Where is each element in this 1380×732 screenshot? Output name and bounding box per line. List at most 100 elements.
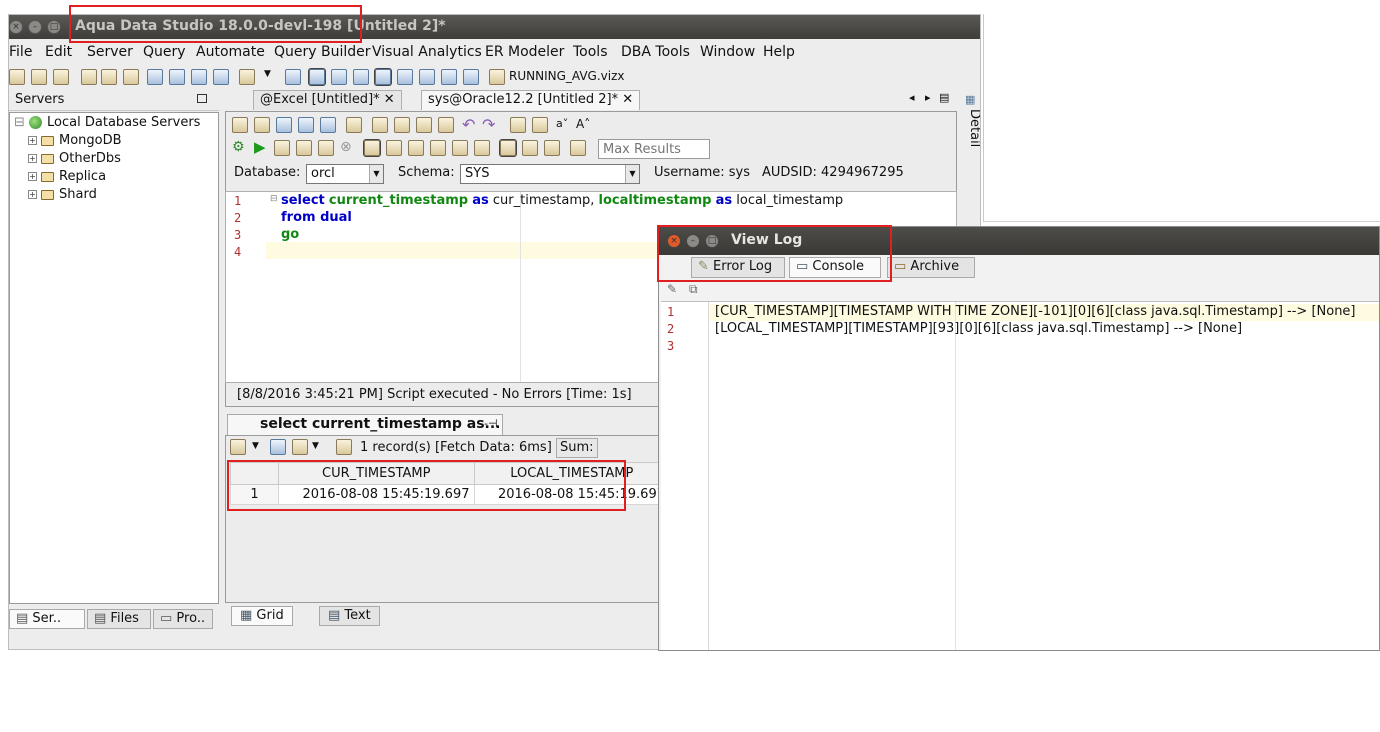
import-icon[interactable] (213, 69, 229, 85)
preferences-icon[interactable] (570, 140, 586, 156)
history-icon[interactable] (544, 140, 560, 156)
chevron-down-icon[interactable]: ▼ (264, 69, 271, 79)
tree-item-otherdbs[interactable]: + OtherDbs (28, 151, 121, 166)
chart-file-icon[interactable] (489, 69, 505, 85)
minimize-window-icon[interactable]: – (28, 20, 42, 34)
detail-table-icon[interactable]: ▦ (965, 93, 975, 106)
copy-log-icon[interactable]: ⧉ (689, 282, 698, 297)
tab-list-icon[interactable]: ▤ (939, 91, 949, 104)
database-select[interactable]: orcl ▼ (306, 164, 384, 184)
tab-files[interactable]: ▤ Files (87, 609, 151, 629)
save-as-icon[interactable] (298, 117, 314, 133)
new-connection-icon[interactable] (9, 69, 25, 85)
layout2-icon[interactable] (419, 69, 435, 85)
expand-icon[interactable]: + (28, 190, 37, 199)
result-tab[interactable]: select current_timestamp as... -⊣ (227, 414, 503, 436)
redo-icon[interactable]: ↷ (482, 115, 495, 134)
menu-visual-analytics[interactable]: Visual Analytics (372, 44, 482, 60)
table-cell[interactable]: 2016-08-08 15:45:19.697 (278, 484, 475, 505)
column-header-local-timestamp[interactable]: LOCAL_TIMESTAMP (473, 462, 670, 485)
tab-projects[interactable]: ▭ Pro.. (153, 609, 213, 629)
query-builder-icon[interactable] (169, 69, 185, 85)
font-larger-icon[interactable]: A˄ (576, 117, 590, 131)
save-icon[interactable] (276, 117, 292, 133)
file-link-label[interactable]: RUNNING_AVG.vizx (509, 69, 625, 83)
table-row[interactable]: 1 2016-08-08 15:45:19.697 2016-08-08 15:… (230, 484, 670, 505)
server-properties-icon[interactable] (53, 69, 69, 85)
layout-icon[interactable] (397, 69, 413, 85)
tab-grid[interactable]: ▦ Grid (231, 606, 293, 626)
select-icon[interactable] (372, 117, 388, 133)
print-icon[interactable] (346, 117, 362, 133)
menu-query[interactable]: Query (143, 44, 186, 60)
menu-query-builder[interactable]: Query Builder (274, 44, 371, 60)
maximize-window-icon[interactable]: □ (47, 20, 61, 34)
tab-text[interactable]: ▤ Text (319, 606, 380, 626)
document-icon[interactable] (239, 69, 255, 85)
scroll-right-icon[interactable]: ▸ (925, 91, 931, 104)
tree-item-mongodb[interactable]: + MongoDB (28, 133, 122, 148)
auto-commit-icon[interactable] (363, 139, 381, 157)
menu-automate[interactable]: Automate (196, 44, 265, 60)
sum-button[interactable]: Sum: (556, 438, 598, 458)
wand2-icon[interactable] (101, 69, 117, 85)
save-all-icon[interactable] (320, 117, 336, 133)
menu-tools[interactable]: Tools (573, 44, 608, 60)
tab-excel[interactable]: @Excel [Untitled]* ✕ (253, 90, 402, 110)
chart-view-icon[interactable] (463, 69, 479, 85)
new-icon[interactable] (232, 117, 248, 133)
split-view-icon[interactable] (353, 69, 369, 85)
rollback-icon[interactable] (408, 140, 424, 156)
tab-archive[interactable]: ▭ Archive (887, 257, 975, 278)
chevron-down-icon[interactable]: ▼ (252, 441, 259, 451)
undo-icon[interactable]: ↶ (462, 115, 475, 134)
menu-er-modeler[interactable]: ER Modeler (485, 44, 564, 60)
execute-script-icon[interactable] (318, 140, 334, 156)
panel-view-icon[interactable] (331, 69, 347, 85)
table-view-icon[interactable] (374, 68, 392, 86)
open-icon[interactable] (254, 117, 270, 133)
find-icon[interactable] (510, 117, 526, 133)
menu-file[interactable]: File (9, 44, 32, 60)
tab-console[interactable]: ▭ Console (789, 257, 881, 278)
tree-item-replica[interactable]: + Replica (28, 169, 106, 184)
tab-oracle[interactable]: sys@Oracle12.2 [Untitled 2]* ✕ (421, 90, 641, 110)
expand-icon[interactable]: + (28, 154, 37, 163)
chevron-down-icon[interactable]: ▼ (369, 165, 383, 183)
expand-icon[interactable]: + (28, 172, 37, 181)
stop-icon[interactable]: ⊗ (340, 139, 352, 155)
tool-wand2-icon[interactable] (452, 140, 468, 156)
tool-wand-icon[interactable] (430, 140, 446, 156)
replace-icon[interactable] (532, 117, 548, 133)
close-icon[interactable]: ✕ (622, 92, 633, 107)
chart-icon[interactable] (230, 439, 246, 455)
copy-icon[interactable] (416, 117, 432, 133)
menu-edit[interactable]: Edit (45, 44, 72, 60)
close-window-icon[interactable]: × (667, 234, 681, 248)
execute-selection-icon[interactable] (296, 140, 312, 156)
column-header-cur-timestamp[interactable]: CUR_TIMESTAMP (278, 462, 475, 485)
fold-icon[interactable]: ⊟ (270, 194, 278, 204)
paste-icon[interactable] (438, 117, 454, 133)
execute-icon[interactable]: ▶ (254, 138, 266, 156)
schema-compare-icon[interactable] (191, 69, 207, 85)
print-results-icon[interactable] (336, 439, 352, 455)
tree-item-local-servers[interactable]: ⊟ Local Database Servers (14, 115, 200, 130)
maximize-window-icon[interactable]: □ (705, 234, 719, 248)
console-output[interactable]: 1 2 3 [CUR_TIMESTAMP][TIMESTAMP WITH TIM… (661, 301, 1379, 650)
close-icon[interactable]: ✕ (384, 92, 395, 107)
table-cell[interactable]: 2016-08-08 15:45:19.697 (473, 484, 670, 505)
format-icon[interactable] (474, 140, 490, 156)
font-smaller-icon[interactable]: a˅ (556, 117, 568, 130)
cut-icon[interactable] (394, 117, 410, 133)
max-results-input[interactable] (598, 139, 710, 159)
menu-server[interactable]: Server (87, 44, 133, 60)
query-analyzer-icon[interactable] (147, 69, 163, 85)
execute-all-icon[interactable]: ⚙ (232, 139, 245, 155)
scroll-left-icon[interactable]: ◂ (909, 91, 915, 104)
edit-connection-icon[interactable] (31, 69, 47, 85)
restore-panel-icon[interactable] (197, 94, 207, 103)
tab-servers[interactable]: ▤ Ser.. (9, 609, 85, 629)
results-panel-icon[interactable] (499, 139, 517, 157)
export-icon[interactable] (270, 439, 286, 455)
